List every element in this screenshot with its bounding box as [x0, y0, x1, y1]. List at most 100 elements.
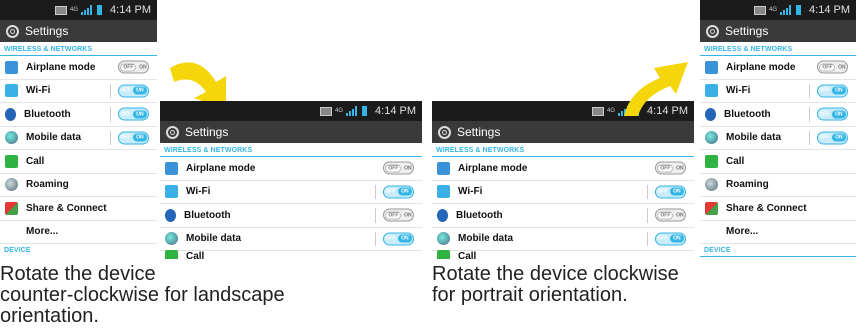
- toggle-switch[interactable]: OFF ON: [817, 84, 848, 98]
- settings-row-mobile-data[interactable]: Mobile data OFF ON: [0, 127, 157, 150]
- toggle-on-label: ON: [676, 212, 684, 219]
- settings-row-label: Share & Connect: [726, 202, 807, 214]
- settings-row-label: Mobile data: [186, 233, 242, 245]
- toggle-off-label: OFF: [385, 188, 396, 195]
- toggle-on-label: ON: [832, 86, 846, 95]
- title-bar: Settings: [0, 20, 157, 42]
- settings-row-bluetooth[interactable]: Bluetooth OFF ON: [700, 103, 856, 127]
- settings-row-mobile-data[interactable]: Mobile data OFF ON: [700, 127, 856, 150]
- toggle-on-label: ON: [133, 133, 147, 142]
- caption-line: for portrait orientation.: [432, 284, 628, 306]
- battery-icon: [361, 105, 369, 117]
- settings-row-call[interactable]: Call: [0, 150, 157, 174]
- toggle-switch[interactable]: OFF ON: [383, 161, 414, 175]
- toggle-switch[interactable]: OFF ON: [118, 107, 149, 121]
- roaming-icon: [705, 178, 718, 192]
- toggle-switch[interactable]: OFF ON: [817, 131, 848, 145]
- toggle-switch[interactable]: OFF ON: [817, 60, 848, 74]
- settings-row-mobile-data[interactable]: Mobile data OFF ON: [160, 228, 422, 251]
- toggle-switch[interactable]: OFF ON: [383, 232, 414, 246]
- settings-row-label: Call: [726, 155, 745, 167]
- bluetooth-icon: [5, 107, 16, 121]
- settings-row-wi-fi[interactable]: Wi-Fi OFF ON: [700, 80, 856, 103]
- row-divider: [647, 231, 648, 246]
- toggle-switch[interactable]: OFF ON: [817, 107, 848, 121]
- settings-row-share-connect[interactable]: Share & Connect: [700, 197, 856, 221]
- settings-row-wi-fi[interactable]: Wi-Fi OFF ON: [432, 181, 694, 204]
- network-4g-icon: 4G: [607, 108, 616, 114]
- settings-gear-icon: [706, 24, 719, 38]
- status-bar: 4G 4:14 PM: [0, 0, 157, 20]
- toggle-on-label: ON: [139, 64, 147, 71]
- settings-row-label: More...: [26, 226, 59, 238]
- caption-line: Rotate the device clockwise: [432, 263, 679, 285]
- settings-list: Airplane mode OFF ON Wi-Fi OFF ON Bluetooth OFF…: [432, 157, 694, 259]
- toggle-switch[interactable]: OFF ON: [118, 131, 149, 145]
- settings-list: Airplane mode OFF ON Wi-Fi OFF ON Bluetooth OFF…: [160, 157, 422, 259]
- settings-row-airplane-mode[interactable]: Airplane mode OFF ON: [700, 56, 856, 80]
- settings-row-bluetooth[interactable]: Bluetooth OFF ON: [160, 204, 422, 228]
- toggle-off-label: OFF: [657, 211, 674, 220]
- toggle-on-label: ON: [404, 212, 412, 219]
- settings-row-label: Call: [458, 250, 477, 260]
- signal-icon: [81, 5, 93, 15]
- network-4g-icon: 4G: [769, 7, 778, 13]
- settings-row-label: Mobile data: [458, 233, 514, 245]
- settings-row-roaming[interactable]: Roaming: [700, 174, 856, 197]
- wifi-icon: [437, 185, 450, 199]
- settings-row-call[interactable]: Call: [700, 150, 856, 174]
- blank-icon: [705, 225, 718, 238]
- toggle-on-label: ON: [133, 86, 147, 95]
- settings-row-share-connect[interactable]: Share & Connect: [0, 197, 157, 221]
- toggle-switch[interactable]: OFF ON: [655, 185, 686, 199]
- settings-row-more[interactable]: More...: [0, 221, 157, 244]
- settings-row-label: Airplane mode: [26, 61, 96, 73]
- toggle-switch[interactable]: OFF ON: [118, 84, 149, 98]
- toggle-switch[interactable]: OFF ON: [383, 185, 414, 199]
- settings-row-wi-fi[interactable]: Wi-Fi OFF ON: [0, 80, 157, 103]
- settings-row-call[interactable]: Call: [432, 249, 694, 260]
- toggle-off-label: OFF: [819, 63, 836, 72]
- toggle-switch[interactable]: OFF ON: [655, 232, 686, 246]
- settings-row-more[interactable]: More...: [700, 221, 856, 244]
- call-icon: [165, 249, 178, 259]
- landscape-screen-left: 4G 4:14 PM Settings WIRELESS & NETWORKS …: [160, 101, 422, 259]
- settings-row-label: Bluetooth: [184, 209, 231, 221]
- settings-row-call[interactable]: Call: [160, 249, 422, 260]
- page-title: Settings: [25, 24, 69, 38]
- toggle-switch[interactable]: OFF ON: [655, 208, 686, 222]
- settings-row-airplane-mode[interactable]: Airplane mode OFF ON: [0, 56, 157, 80]
- portrait-screen-left: 4G 4:14 PM Settings WIRELESS & NETWORKS …: [0, 0, 157, 256]
- settings-row-label: Airplane mode: [458, 162, 528, 174]
- settings-row-wi-fi[interactable]: Wi-Fi OFF ON: [160, 181, 422, 204]
- toggle-on-label: ON: [832, 133, 846, 142]
- settings-row-bluetooth[interactable]: Bluetooth OFF ON: [432, 204, 694, 228]
- battery-icon: [795, 4, 803, 16]
- row-divider: [110, 83, 111, 98]
- section-header-wireless: WIRELESS & NETWORKS: [0, 42, 157, 56]
- settings-row-mobile-data[interactable]: Mobile data OFF ON: [432, 228, 694, 251]
- settings-row-label: Call: [186, 250, 205, 260]
- toggle-on-label: ON: [404, 165, 412, 172]
- page-title: Settings: [185, 125, 229, 139]
- status-time: 4:14 PM: [375, 105, 416, 117]
- toggle-switch[interactable]: OFF ON: [655, 161, 686, 175]
- airplane-icon: [437, 161, 450, 175]
- roaming-icon: [5, 178, 18, 192]
- settings-row-airplane-mode[interactable]: Airplane mode OFF ON: [432, 157, 694, 181]
- mobile-data-icon: [165, 232, 178, 246]
- toggle-off-label: OFF: [657, 164, 674, 173]
- toggle-switch[interactable]: OFF ON: [118, 60, 149, 74]
- settings-row-label: Wi-Fi: [26, 85, 51, 97]
- settings-row-roaming[interactable]: Roaming: [0, 174, 157, 197]
- settings-row-airplane-mode[interactable]: Airplane mode OFF ON: [160, 157, 422, 181]
- mail-notification-icon: [55, 5, 68, 15]
- blank-icon: [5, 225, 18, 238]
- toggle-off-label: OFF: [385, 235, 396, 242]
- settings-row-bluetooth[interactable]: Bluetooth OFF ON: [0, 103, 157, 127]
- caption-line: counter-clockwise for landscape: [0, 284, 285, 306]
- mobile-data-icon: [705, 131, 718, 145]
- landscape-screen-right: 4G 4:14 PM Settings WIRELESS & NETWORKS …: [432, 101, 694, 259]
- toggle-switch[interactable]: OFF ON: [383, 208, 414, 222]
- page-title: Settings: [725, 24, 769, 38]
